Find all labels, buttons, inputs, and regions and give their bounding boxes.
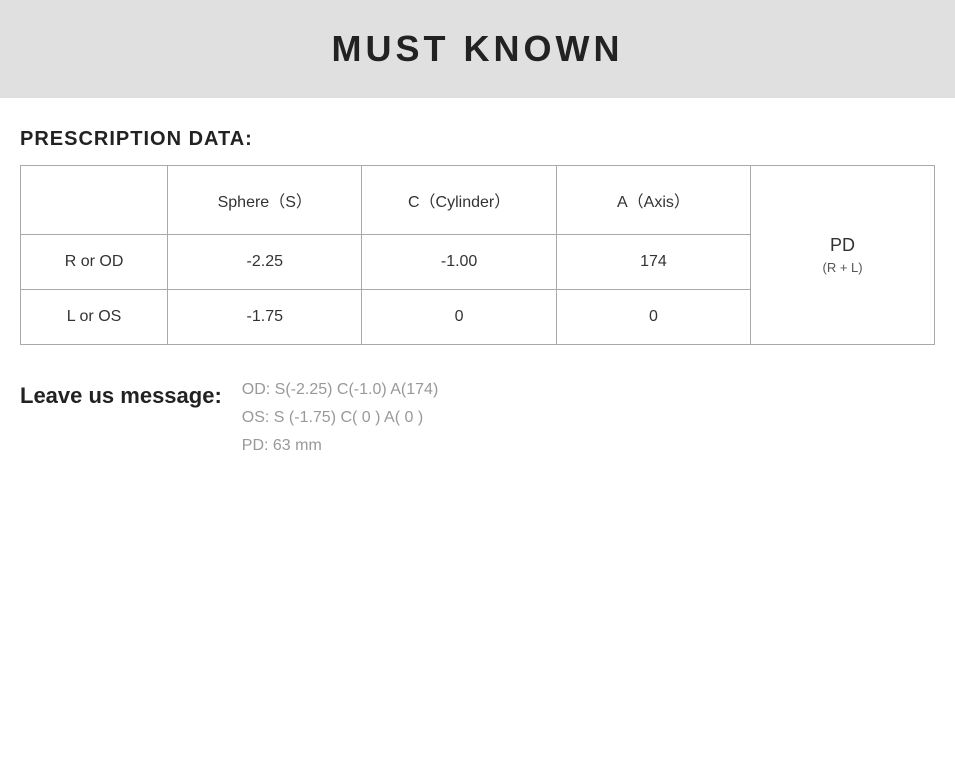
- os-axis: 0: [556, 290, 750, 345]
- row-label-od: R or OD: [21, 235, 168, 290]
- col-header-empty: [21, 166, 168, 235]
- message-lines-container: OD: S(-2.25) C(-1.0) A(174) OS: S (-1.75…: [242, 381, 439, 455]
- table-header-row: Sphere（S） C（Cylinder） A（Axis） PD (R + L): [21, 166, 935, 235]
- col-header-axis: A（Axis）: [556, 166, 750, 235]
- od-cylinder: -1.00: [362, 235, 556, 290]
- row-label-os: L or OS: [21, 290, 168, 345]
- os-sphere: -1.75: [168, 290, 362, 345]
- od-sphere: -2.25: [168, 235, 362, 290]
- pd-label-main: PD: [761, 233, 924, 258]
- message-line-pd: PD: 63 mm: [242, 437, 439, 455]
- leave-message-label: Leave us message:: [20, 383, 222, 409]
- prescription-table: Sphere（S） C（Cylinder） A（Axis） PD (R + L)…: [20, 165, 935, 345]
- header-title: MUST KNOWN: [332, 28, 624, 69]
- os-cylinder: 0: [362, 290, 556, 345]
- leave-message-section: Leave us message: OD: S(-2.25) C(-1.0) A…: [20, 381, 935, 455]
- message-line-od: OD: S(-2.25) C(-1.0) A(174): [242, 381, 439, 399]
- col-header-cylinder: C（Cylinder）: [362, 166, 556, 235]
- prescription-section-label: PRESCRIPTION DATA:: [20, 128, 935, 151]
- od-axis: 174: [556, 235, 750, 290]
- col-header-sphere: Sphere（S）: [168, 166, 362, 235]
- pd-label-sub: (R + L): [761, 259, 924, 277]
- header-banner: MUST KNOWN: [0, 0, 955, 98]
- message-line-os: OS: S (-1.75) C( 0 ) A( 0 ): [242, 409, 439, 427]
- col-header-pd: PD (R + L): [751, 166, 935, 345]
- main-content: PRESCRIPTION DATA: Sphere（S） C（Cylinder）…: [0, 128, 955, 485]
